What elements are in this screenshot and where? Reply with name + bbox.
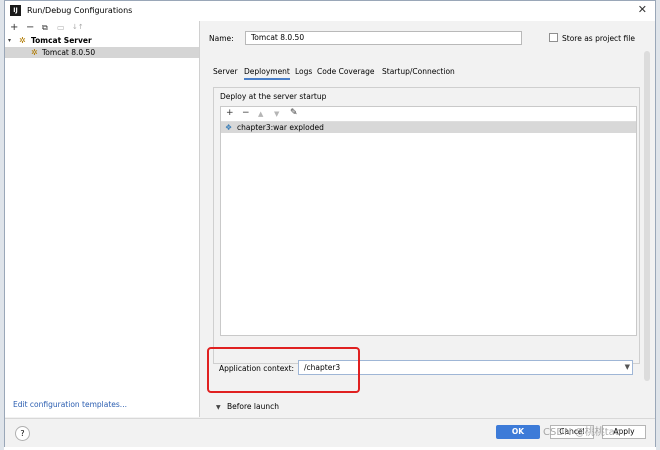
ok-button[interactable]: OK <box>496 425 540 439</box>
watermark: CSDN @桃桃tao <box>543 427 621 438</box>
name-label: Name: <box>209 34 234 43</box>
copy-icon[interactable]: ⧉ <box>42 21 48 34</box>
store-as-project-file-label: Store as project file <box>562 34 635 43</box>
help-button[interactable]: ? <box>15 426 30 441</box>
move-up-icon[interactable]: ▲ <box>258 110 263 118</box>
chevron-down-icon[interactable]: ▼ <box>216 404 221 411</box>
background-strip-right <box>656 0 660 450</box>
deploy-toolbar: + − ▲ ▼ ✎ <box>221 107 636 122</box>
window-title: Run/Debug Configurations <box>27 6 133 15</box>
scrollbar[interactable] <box>644 51 650 381</box>
folder-icon[interactable]: ▭ <box>57 21 65 34</box>
tab-logs[interactable]: Logs <box>295 67 312 76</box>
artifact-label: chapter3:war exploded <box>237 123 324 132</box>
tree-item-label: Tomcat 8.0.50 <box>42 48 96 57</box>
configurations-tree-panel: + − ⧉ ▭ ↓↑ ▾ ✲ Tomcat Server ✲ Tomcat 8.… <box>5 21 200 417</box>
artifact-icon: ❖ <box>225 123 233 132</box>
move-down-icon[interactable]: ▼ <box>274 110 279 118</box>
tomcat-icon: ✲ <box>31 48 38 57</box>
titlebar: IJ Run/Debug Configurations ✕ <box>5 1 655 21</box>
tree-toolbar: + − ⧉ ▭ ↓↑ <box>5 21 199 34</box>
add-icon[interactable]: + <box>226 108 234 118</box>
tree-item-tomcat-8050[interactable]: ✲ Tomcat 8.0.50 <box>5 47 199 58</box>
chevron-down-icon[interactable]: ▼ <box>625 361 630 374</box>
before-launch-label[interactable]: Before launch <box>227 402 279 411</box>
red-highlight-annotation <box>207 347 360 393</box>
remove-icon[interactable]: − <box>26 21 34 34</box>
remove-icon[interactable]: − <box>242 108 250 118</box>
deploy-list: + − ▲ ▼ ✎ ❖ chapter3:war exploded <box>220 106 637 336</box>
chevron-down-icon[interactable]: ▾ <box>8 35 11 46</box>
button-bar: ? OK Cancel Apply CSDN @桃桃tao <box>5 418 655 447</box>
add-icon[interactable]: + <box>10 21 18 34</box>
tree-group-tomcat-server[interactable]: ▾ ✲ Tomcat Server <box>5 35 199 46</box>
tab-startup-connection[interactable]: Startup/Connection <box>382 67 455 76</box>
close-icon[interactable]: ✕ <box>638 3 647 16</box>
store-as-project-file-checkbox[interactable] <box>549 33 558 42</box>
tab-code-coverage[interactable]: Code Coverage <box>317 67 375 76</box>
run-debug-dialog: IJ Run/Debug Configurations ✕ + − ⧉ ▭ ↓↑… <box>4 0 656 447</box>
list-item[interactable]: ❖ chapter3:war exploded <box>221 122 636 133</box>
intellij-icon: IJ <box>10 5 21 16</box>
edit-icon[interactable]: ✎ <box>290 108 298 118</box>
tab-deployment[interactable]: Deployment <box>244 67 290 80</box>
tree-group-label: Tomcat Server <box>31 36 92 45</box>
name-field[interactable]: Tomcat 8.0.50 <box>245 31 522 45</box>
tab-server[interactable]: Server <box>213 67 238 76</box>
deployment-panel: Deploy at the server startup + − ▲ ▼ ✎ ❖… <box>213 87 640 364</box>
sort-icon[interactable]: ↓↑ <box>72 21 84 34</box>
edit-configuration-templates-link[interactable]: Edit configuration templates... <box>13 400 127 409</box>
tomcat-icon: ✲ <box>19 36 26 45</box>
deploy-section-title: Deploy at the server startup <box>220 92 327 101</box>
